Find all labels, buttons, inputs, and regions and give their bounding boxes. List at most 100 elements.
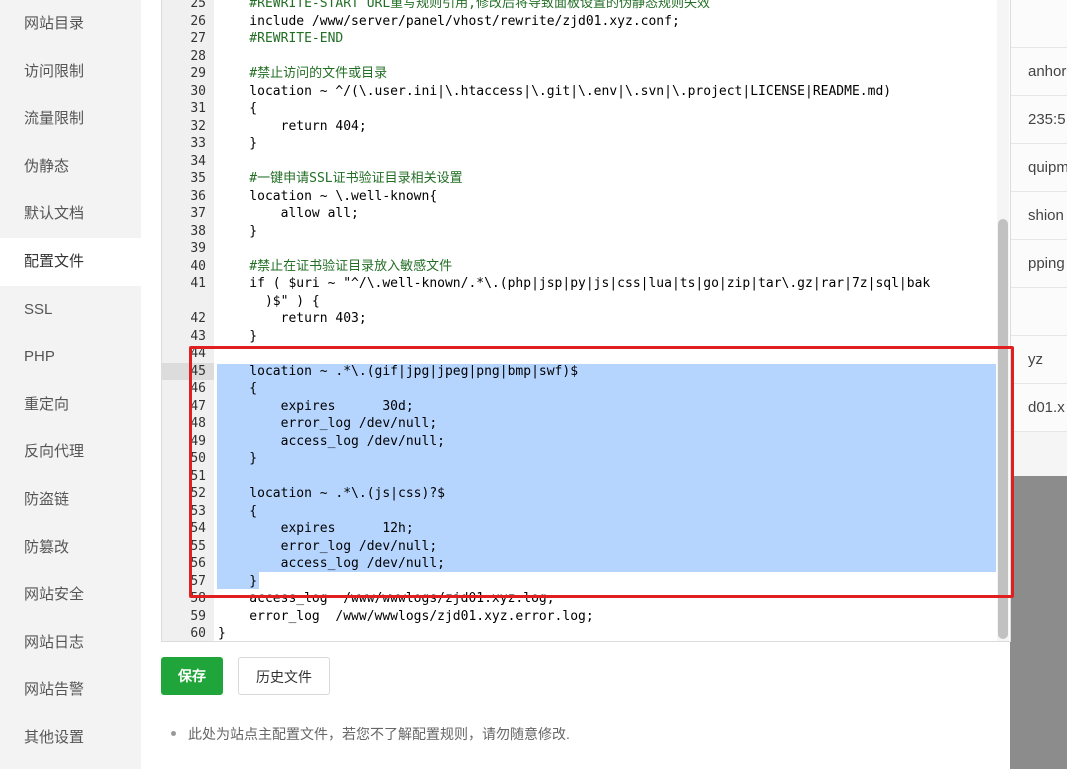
code-line: 36 location ~ \.well-known{	[162, 188, 996, 206]
sidebar-item[interactable]: 网站目录	[0, 0, 141, 48]
background-row: quipm	[1010, 144, 1067, 192]
code-line: 50 }	[162, 450, 996, 468]
sidebar-item[interactable]: 防篡改	[0, 524, 141, 572]
code-text: #一键申请SSL证书验证目录相关设置	[218, 171, 463, 186]
line-number: 36	[190, 188, 206, 204]
sidebar-item[interactable]: 防盗链	[0, 476, 141, 524]
sidebar-item[interactable]: 网站日志	[0, 619, 141, 667]
line-number: 29	[190, 66, 206, 81]
code-line: 29 #禁止访问的文件或目录	[162, 65, 996, 83]
background-page: anhor 235:5 quipm shion pping yz d01.x	[1010, 0, 1067, 769]
code-area[interactable]: 25 #REWRITE-START URL重写规则引用,修改后将导致面板设置的伪…	[162, 0, 996, 641]
background-row: pping	[1010, 240, 1067, 288]
code-line: 48 error_log /dev/null;	[162, 415, 996, 433]
line-number: 37	[190, 206, 206, 221]
code-line: 28	[162, 48, 996, 66]
line-number: 43	[190, 328, 206, 344]
code-text: #REWRITE-START URL重写规则引用,修改后将导致面板设置的伪静态规…	[218, 0, 711, 11]
code-line: 35 #一键申请SSL证书验证目录相关设置	[162, 170, 996, 188]
code-line: 30 location ~ ^/(\.user.ini|\.htaccess|\…	[162, 83, 996, 101]
sidebar-item[interactable]: 流量限制	[0, 95, 141, 143]
sidebar-item[interactable]: 重定向	[0, 381, 141, 429]
background-overlay	[1010, 476, 1067, 769]
code-text: error_log /dev/null;	[218, 416, 438, 431]
scrollbar-thumb[interactable]	[998, 219, 1008, 639]
code-text: }	[218, 328, 258, 344]
code-line: 42 return 403;	[162, 310, 996, 328]
code-line: 45 location ~ .*\.(gif|jpg|jpeg|png|bmp|…	[162, 362, 996, 380]
code-line: 59 error_log /www/wwwlogs/zjd01.xyz.erro…	[162, 608, 996, 626]
background-row: anhor	[1010, 48, 1067, 96]
code-text: include /www/server/panel/vhost/rewrite/…	[218, 13, 680, 29]
background-row: yz	[1010, 336, 1067, 384]
sidebar-item[interactable]: 反向代理	[0, 428, 141, 476]
sidebar-item[interactable]: PHP	[0, 333, 141, 381]
sidebar-item[interactable]: SSL	[0, 286, 141, 334]
code-line: 40 #禁止在证书验证目录放入敏感文件	[162, 258, 996, 276]
code-line: 49 access_log /dev/null;	[162, 433, 996, 451]
line-number: 35	[190, 171, 206, 186]
sidebar-item[interactable]: 配置文件	[0, 237, 141, 286]
code-text: return 403;	[218, 311, 367, 326]
code-text: access_log /dev/null;	[218, 556, 445, 571]
background-row	[1010, 288, 1067, 336]
line-number: 30	[190, 83, 206, 99]
line-number: 44	[190, 346, 206, 361]
code-line: 58 access_log /www/wwwlogs/zjd01.xyz.log…	[162, 590, 996, 608]
code-text: }	[218, 136, 258, 151]
line-number: 38	[190, 223, 206, 239]
save-button[interactable]: 保存	[161, 657, 223, 695]
line-number: 46	[190, 381, 206, 396]
code-line: 47 expires 30d;	[162, 398, 996, 416]
line-number: 53	[190, 503, 206, 519]
code-text: access_log /www/wwwlogs/zjd01.xyz.log;	[218, 591, 555, 606]
code-text: {	[218, 503, 258, 519]
code-text: return 404;	[218, 118, 367, 134]
code-text: error_log /dev/null;	[218, 538, 438, 554]
line-number: 42	[190, 311, 206, 326]
code-text: error_log /www/wwwlogs/zjd01.xyz.error.l…	[218, 608, 594, 624]
sidebar-item[interactable]: 默认文档	[0, 190, 141, 238]
editor-scrollbar[interactable]	[997, 0, 1009, 641]
code-text: location ~ .*\.(js|css)?$	[218, 486, 445, 501]
sidebar-item[interactable]: 网站安全	[0, 571, 141, 619]
sidebar-item[interactable]: 伪静态	[0, 143, 141, 191]
code-text: }	[218, 626, 226, 641]
code-line: 60}	[162, 625, 996, 641]
sidebar: 网站目录 访问限制 流量限制 伪静态 默认文档 配置文件 SSL PHP 重定向 反向代理 防盗链防…	[0, 0, 141, 769]
sidebar-item[interactable]: 其他设置	[0, 714, 141, 762]
code-text: expires 30d;	[218, 398, 414, 414]
code-line: 38 }	[162, 223, 996, 241]
line-number: 51	[190, 468, 206, 484]
line-number: 57	[190, 573, 206, 589]
code-text: {	[218, 381, 258, 396]
code-line: 51	[162, 468, 996, 486]
sidebar-item[interactable]: 访问限制	[0, 48, 141, 96]
code-text: }	[218, 573, 258, 589]
line-number: 27	[190, 31, 206, 46]
code-text: #禁止访问的文件或目录	[218, 66, 388, 81]
code-line: 52 location ~ .*\.(js|css)?$	[162, 485, 996, 503]
code-text: location ~ ^/(\.user.ini|\.htaccess|\.gi…	[218, 83, 892, 99]
background-row	[1010, 0, 1067, 48]
config-editor[interactable]: 25 #REWRITE-START URL重写规则引用,修改后将导致面板设置的伪…	[161, 0, 1011, 642]
line-number: 55	[190, 538, 206, 554]
line-number: 34	[190, 153, 206, 169]
code-line: 31 {	[162, 100, 996, 118]
code-text: }	[218, 451, 258, 466]
line-number: 50	[190, 451, 206, 466]
line-number: 28	[190, 48, 206, 64]
sidebar-item[interactable]: 网站告警	[0, 666, 141, 714]
line-number: 56	[190, 556, 206, 571]
history-file-button[interactable]: 历史文件	[238, 657, 330, 695]
code-line: )$" ) {	[162, 293, 996, 311]
code-text: expires 12h;	[218, 521, 414, 536]
line-number: 48	[190, 416, 206, 431]
code-text: #REWRITE-END	[218, 31, 344, 46]
line-number: 40	[190, 258, 206, 274]
line-number: 41	[190, 276, 206, 291]
code-line: 32 return 404;	[162, 118, 996, 136]
code-line: 27 #REWRITE-END	[162, 30, 996, 48]
code-text: access_log /dev/null;	[218, 433, 445, 449]
line-number: 26	[190, 13, 206, 29]
